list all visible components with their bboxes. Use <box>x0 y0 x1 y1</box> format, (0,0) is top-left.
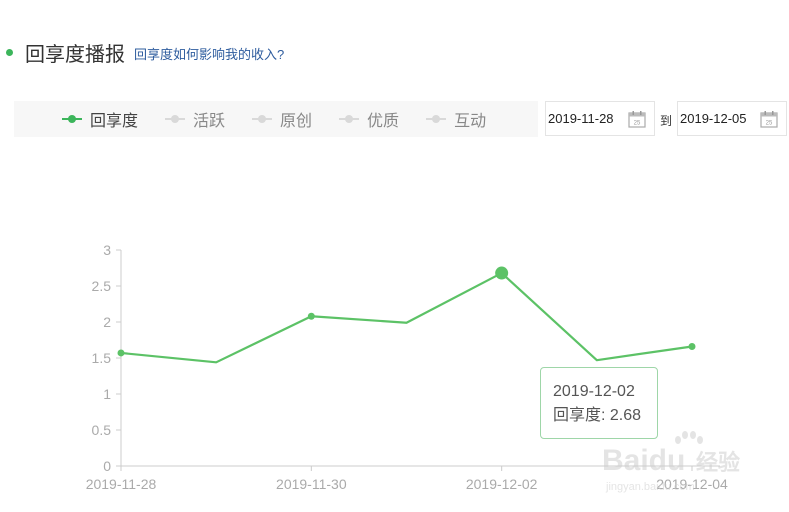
y-tick-label: 0 <box>103 458 111 474</box>
data-point <box>688 342 696 350</box>
x-tick-label: 2019-11-30 <box>276 476 347 492</box>
x-tick-label: 2019-12-02 <box>466 476 538 492</box>
tooltip-date: 2019-12-02 <box>553 383 635 400</box>
baidu-watermark-logo: Baidu 经验 jingyan.baidu.com <box>602 431 740 493</box>
y-tick-label: 2.5 <box>92 278 112 294</box>
data-point <box>495 266 509 280</box>
svg-text:Baidu: Baidu <box>602 444 685 477</box>
svg-text:jingyan.baidu.com: jingyan.baidu.com <box>605 481 695 493</box>
y-tick-label: 1.5 <box>92 350 112 366</box>
y-tick-label: 0.5 <box>92 422 112 438</box>
tooltip-value: 回享度: 2.68 <box>553 407 642 424</box>
y-tick-label: 3 <box>103 242 111 258</box>
data-point <box>117 349 125 357</box>
y-tick-label: 1 <box>103 386 111 402</box>
svg-text:经验: 经验 <box>696 450 740 475</box>
y-tick-label: 2 <box>103 314 111 330</box>
series-line <box>120 271 693 364</box>
x-tick-label: 2019-11-28 <box>86 476 157 492</box>
data-point <box>307 312 315 320</box>
